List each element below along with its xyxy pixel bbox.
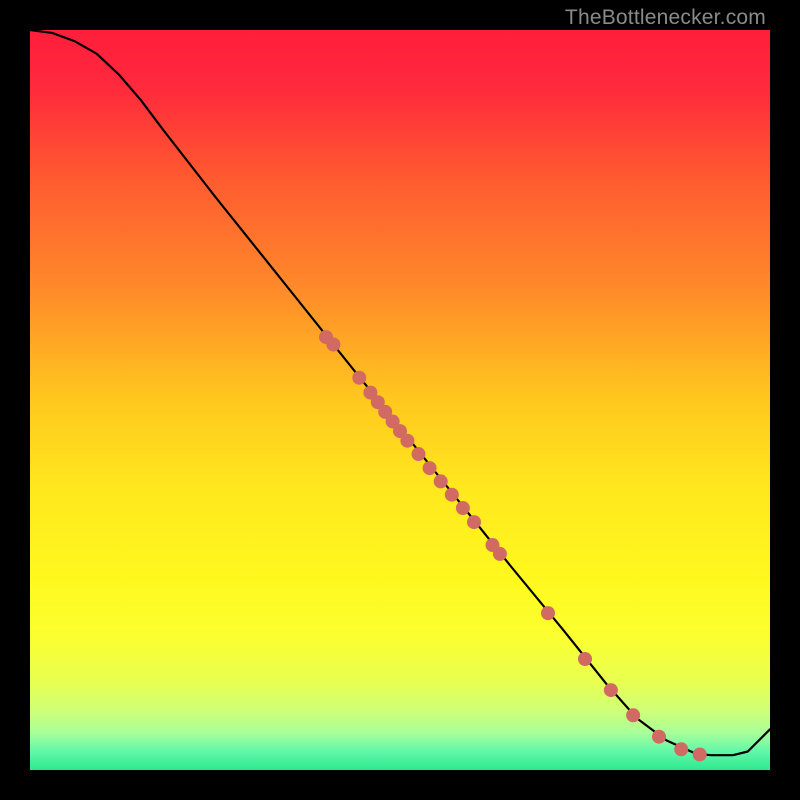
data-point xyxy=(445,488,459,502)
data-point xyxy=(674,742,688,756)
data-point xyxy=(456,501,470,515)
data-point xyxy=(493,547,507,561)
data-point xyxy=(400,434,414,448)
data-point xyxy=(578,652,592,666)
data-point xyxy=(652,730,666,744)
data-point xyxy=(467,515,481,529)
data-point xyxy=(352,371,366,385)
data-point xyxy=(541,606,555,620)
data-point xyxy=(693,747,707,761)
watermark-text: TheBottlenecker.com xyxy=(565,6,766,30)
scatter-points xyxy=(30,30,770,770)
data-point xyxy=(326,338,340,352)
chart-frame: TheBottlenecker.com xyxy=(0,0,800,800)
plot-area xyxy=(30,30,770,770)
data-point xyxy=(412,447,426,461)
data-point xyxy=(423,461,437,475)
data-point xyxy=(604,683,618,697)
data-point xyxy=(434,474,448,488)
data-point xyxy=(626,708,640,722)
